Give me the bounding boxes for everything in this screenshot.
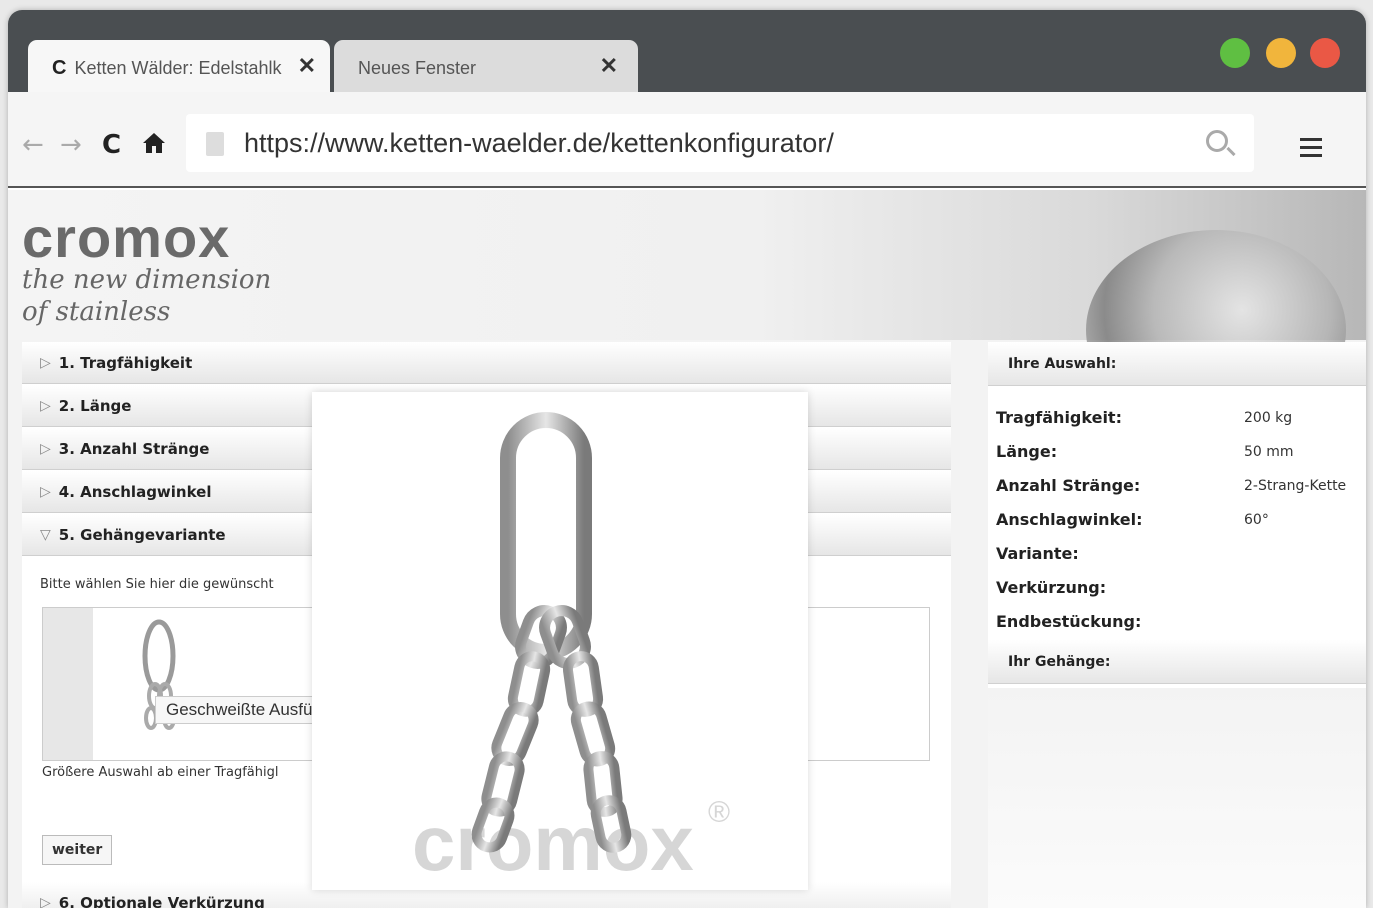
collapse-arrow-icon: ▽ — [40, 526, 51, 543]
minimize-window-button[interactable] — [1266, 38, 1296, 68]
summary-header: Ihre Auswahl: — [988, 342, 1366, 386]
expand-arrow-icon: ▷ — [40, 397, 51, 414]
cromox-logo[interactable]: cromox — [22, 210, 230, 266]
summary-key: Anzahl Stränge: — [996, 476, 1141, 495]
capacity-note: Größere Auswahl ab einer Tragfähigl — [42, 765, 279, 780]
reload-icon[interactable]: C — [102, 132, 121, 158]
chain-preview-popup[interactable]: cromox ® — [312, 392, 808, 890]
step-label: 3. Anzahl Stränge — [58, 439, 210, 458]
summary-value: 50 mm — [1244, 444, 1294, 460]
brand-tagline: the new dimension of stainless — [22, 264, 271, 328]
header-banner: cromox the new dimension of stainless — [8, 190, 1366, 430]
summary-value: 60° — [1244, 512, 1269, 528]
home-icon[interactable] — [142, 132, 166, 159]
close-tab-icon[interactable]: ✕ — [600, 55, 618, 77]
summary-key: Anschlagwinkel: — [996, 510, 1143, 529]
browser-toolbar: ← → C https://www.ketten-waelder.de/kett… — [8, 92, 1366, 188]
back-arrow-icon[interactable]: ← — [22, 132, 44, 158]
preview-watermark: cromox — [412, 799, 694, 887]
url-text[interactable]: https://www.ketten-waelder.de/kettenkonf… — [244, 128, 834, 159]
browser-titlebar: C Ketten Wälder: Edelstahlk ✕ Neues Fens… — [8, 10, 1366, 96]
summary-key: Endbestückung: — [996, 612, 1142, 631]
close-tab-icon[interactable]: ✕ — [298, 55, 316, 77]
summary-key: Länge: — [996, 442, 1058, 461]
search-icon[interactable] — [1206, 130, 1228, 152]
close-window-button[interactable] — [1310, 38, 1340, 68]
tab-label: Ketten Wälder: Edelstahlk — [74, 57, 282, 78]
summary-value: 200 kg — [1244, 410, 1293, 426]
selection-stripe — [43, 608, 93, 760]
summary-value: 2-Strang-Kette — [1244, 478, 1347, 494]
maximize-window-button[interactable] — [1220, 38, 1250, 68]
tab-label: Neues Fenster — [358, 57, 477, 78]
step-label: 2. Länge — [58, 396, 132, 415]
expand-arrow-icon: ▷ — [40, 483, 51, 500]
tagline-line-1: the new dimension — [22, 265, 272, 295]
forward-arrow-icon[interactable]: → — [60, 132, 82, 158]
page-content: cromox the new dimension of stainless ▷ … — [8, 190, 1366, 908]
tab-ketten-waelder[interactable]: C Ketten Wälder: Edelstahlk ✕ — [28, 40, 330, 96]
tab-new-window[interactable]: Neues Fenster ✕ — [334, 40, 638, 96]
summary-key: Tragfähigkeit: — [996, 408, 1122, 427]
address-bar[interactable]: https://www.ketten-waelder.de/kettenkonf… — [186, 114, 1254, 172]
sling-panel-body — [988, 688, 1366, 908]
expand-arrow-icon: ▷ — [40, 894, 51, 908]
welded-variant-thumbnail[interactable] — [129, 616, 219, 756]
page-icon — [206, 132, 224, 156]
hamburger-menu-icon[interactable] — [1300, 138, 1322, 162]
expand-arrow-icon: ▷ — [40, 440, 51, 457]
browser-window: C Ketten Wälder: Edelstahlk ✕ Neues Fens… — [8, 10, 1366, 908]
step-intro-text: Bitte wählen Sie hier die gewünscht — [40, 577, 274, 592]
summary-key: Verkürzung: — [996, 578, 1107, 597]
tagline-line-2: of stainless — [22, 297, 171, 327]
chain-sling-image: cromox ® — [412, 412, 730, 887]
sling-header: Ihr Gehänge: — [988, 640, 1366, 684]
site-favicon-icon: C — [52, 56, 67, 79]
step-label: 5. Gehängevariante — [58, 525, 226, 544]
next-button[interactable]: weiter — [42, 835, 113, 865]
selection-summary-panel: Ihre Auswahl: Tragfähigkeit: 200 kg Läng… — [988, 342, 1366, 908]
step-label: 1. Tragfähigkeit — [58, 353, 193, 372]
step-label: 4. Anschlagwinkel — [58, 482, 212, 501]
step-label: 6. Optionale Verkürzung — [58, 893, 265, 908]
registered-mark: ® — [708, 796, 730, 829]
expand-arrow-icon: ▷ — [40, 354, 51, 371]
step-tragfaehigkeit[interactable]: ▷ 1. Tragfähigkeit — [22, 342, 951, 384]
summary-key: Variante: — [996, 544, 1079, 563]
